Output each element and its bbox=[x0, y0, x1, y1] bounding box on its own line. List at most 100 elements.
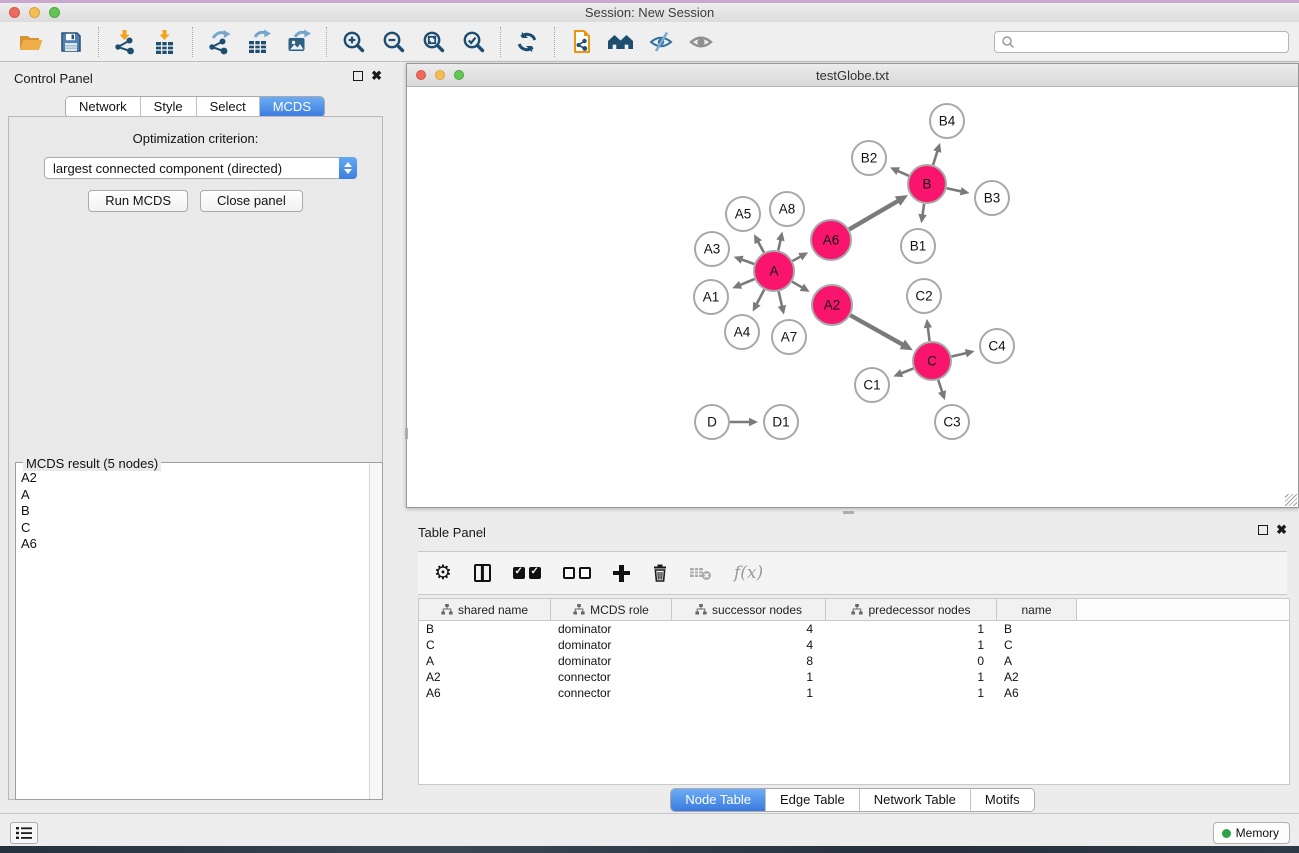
mcds-result-box: MCDS result (5 nodes) A2ABCA6 bbox=[15, 456, 383, 800]
deselect-all-rows-button[interactable] bbox=[563, 558, 591, 588]
table-row[interactable]: Cdominator41C bbox=[419, 637, 1289, 653]
arrowhead-icon bbox=[918, 214, 926, 224]
column-type-icon bbox=[573, 604, 585, 615]
mcds-result-item[interactable]: C bbox=[21, 520, 368, 537]
network-window-titlebar[interactable]: testGlobe.txt bbox=[407, 64, 1298, 87]
table-settings-button[interactable]: ⚙ bbox=[434, 558, 452, 588]
refresh-view-button[interactable] bbox=[510, 25, 544, 59]
close-table-panel-icon[interactable]: ✖ bbox=[1276, 525, 1287, 535]
result-scrollbar[interactable] bbox=[369, 463, 382, 799]
mcds-result-item[interactable]: A6 bbox=[21, 536, 368, 553]
run-mcds-button[interactable]: Run MCDS bbox=[88, 190, 188, 212]
column-header-name[interactable]: name bbox=[997, 599, 1077, 620]
edge-C-C3[interactable] bbox=[938, 380, 942, 393]
graph-node-label-B4: B4 bbox=[939, 114, 956, 129]
hide-selected-button[interactable] bbox=[644, 25, 678, 59]
control-tab-mcds[interactable]: MCDS bbox=[259, 97, 324, 117]
table-row[interactable]: Adominator80A bbox=[419, 653, 1289, 669]
save-session-button[interactable] bbox=[54, 25, 88, 59]
select-all-rows-button[interactable] bbox=[513, 558, 541, 588]
table-cell: 1 bbox=[826, 621, 997, 637]
table-panel: Table Panel ✖ ⚙ bbox=[406, 516, 1299, 812]
table-cell: 1 bbox=[826, 669, 997, 685]
unchecked-box-icon bbox=[579, 567, 591, 579]
mcds-result-item[interactable]: A bbox=[21, 487, 368, 504]
table-tab-node-table[interactable]: Node Table bbox=[671, 789, 765, 811]
control-tab-style[interactable]: Style bbox=[140, 97, 196, 117]
first-neighbors-button[interactable] bbox=[604, 25, 638, 59]
zoom-fit-icon bbox=[422, 30, 445, 53]
edge-A-A4[interactable] bbox=[756, 290, 764, 306]
show-all-button[interactable] bbox=[684, 25, 718, 59]
splitter-handle-horizontal[interactable] bbox=[843, 511, 854, 514]
float-panel-icon[interactable] bbox=[353, 71, 363, 81]
close-panel-icon[interactable]: ✖ bbox=[371, 71, 382, 81]
export-table-button[interactable] bbox=[242, 25, 276, 59]
mcds-result-item[interactable]: A2 bbox=[21, 470, 368, 487]
table-row[interactable]: A2connector11A2 bbox=[419, 669, 1289, 685]
export-image-button[interactable] bbox=[282, 25, 316, 59]
mcds-result-list[interactable]: A2ABCA6 bbox=[16, 466, 368, 799]
import-table-button[interactable] bbox=[148, 25, 182, 59]
new-network-from-selection-button[interactable] bbox=[564, 25, 598, 59]
graph-node-label-A8: A8 bbox=[779, 202, 796, 217]
main-toolbar bbox=[0, 22, 1299, 62]
edge-C-C2[interactable] bbox=[928, 326, 930, 341]
control-tab-network[interactable]: Network bbox=[66, 97, 140, 117]
table-tab-network-table[interactable]: Network Table bbox=[859, 789, 970, 811]
edge-A-A7[interactable] bbox=[779, 291, 783, 307]
table-cell: 4 bbox=[672, 637, 826, 653]
column-header-shared-name[interactable]: shared name bbox=[419, 599, 551, 620]
create-column-button[interactable] bbox=[613, 558, 630, 588]
open-session-button[interactable] bbox=[14, 25, 48, 59]
column-header-predecessor-nodes[interactable]: predecessor nodes bbox=[826, 599, 997, 620]
zoom-in-button[interactable] bbox=[336, 25, 370, 59]
search-input[interactable] bbox=[1015, 35, 1282, 49]
float-table-panel-icon[interactable] bbox=[1258, 525, 1268, 535]
resize-grip-icon[interactable] bbox=[1285, 494, 1297, 506]
edge-C-C4[interactable] bbox=[951, 353, 967, 357]
node-table[interactable]: shared nameMCDS rolesuccessor nodesprede… bbox=[418, 598, 1290, 785]
trash-icon bbox=[652, 564, 668, 583]
memory-button[interactable]: Memory bbox=[1213, 822, 1290, 844]
import-network-button[interactable] bbox=[108, 25, 142, 59]
table-tab-motifs[interactable]: Motifs bbox=[970, 789, 1034, 811]
zoom-fit-button[interactable] bbox=[416, 25, 450, 59]
edge-B-B2[interactable] bbox=[896, 170, 908, 176]
edge-A-A5[interactable] bbox=[757, 240, 764, 252]
toolbar-separator bbox=[192, 27, 193, 57]
edge-A2-C[interactable] bbox=[850, 315, 904, 345]
zoom-out-button[interactable] bbox=[376, 25, 410, 59]
arrowhead-icon bbox=[734, 256, 744, 264]
edge-A-A3[interactable] bbox=[740, 259, 754, 264]
arrowhead-icon bbox=[960, 187, 970, 195]
edge-A-A1[interactable] bbox=[739, 279, 755, 286]
graph-node-label-C1: C1 bbox=[863, 378, 880, 393]
edge-A6-B[interactable] bbox=[849, 200, 899, 229]
window-title: Session: New Session bbox=[0, 5, 1299, 20]
task-history-button[interactable] bbox=[10, 822, 38, 844]
column-header-MCDS-role[interactable]: MCDS role bbox=[551, 599, 672, 620]
table-row[interactable]: Bdominator41B bbox=[419, 621, 1289, 637]
close-panel-button[interactable]: Close panel bbox=[200, 190, 303, 212]
checked-box-icon bbox=[513, 567, 525, 579]
search-field[interactable] bbox=[994, 31, 1289, 53]
function-builder-button-disabled: f(x) bbox=[734, 558, 763, 588]
column-header-successor-nodes[interactable]: successor nodes bbox=[672, 599, 826, 620]
show-columns-button[interactable] bbox=[474, 558, 491, 588]
edge-C-C1[interactable] bbox=[900, 368, 914, 373]
control-tab-select[interactable]: Select bbox=[196, 97, 259, 117]
edge-B-B3[interactable] bbox=[947, 188, 963, 191]
export-network-button[interactable] bbox=[202, 25, 236, 59]
splitter-handle-vertical[interactable] bbox=[405, 428, 408, 439]
table-row[interactable]: A6connector11A6 bbox=[419, 685, 1289, 701]
criterion-dropdown[interactable]: largest connected component (directed) bbox=[44, 157, 357, 179]
status-bar: Memory bbox=[0, 813, 1299, 846]
table-cell: A bbox=[997, 653, 1077, 669]
network-graph-canvas[interactable]: AA1A2A3A4A5A6A7A8BB1B2B3B4CC1C2C3C4DD1 bbox=[407, 87, 1298, 507]
mcds-result-item[interactable]: B bbox=[21, 503, 368, 520]
zoom-selected-button[interactable] bbox=[456, 25, 490, 59]
edge-B-B4[interactable] bbox=[933, 150, 938, 165]
table-tab-edge-table[interactable]: Edge Table bbox=[765, 789, 859, 811]
delete-column-button[interactable] bbox=[652, 558, 668, 588]
